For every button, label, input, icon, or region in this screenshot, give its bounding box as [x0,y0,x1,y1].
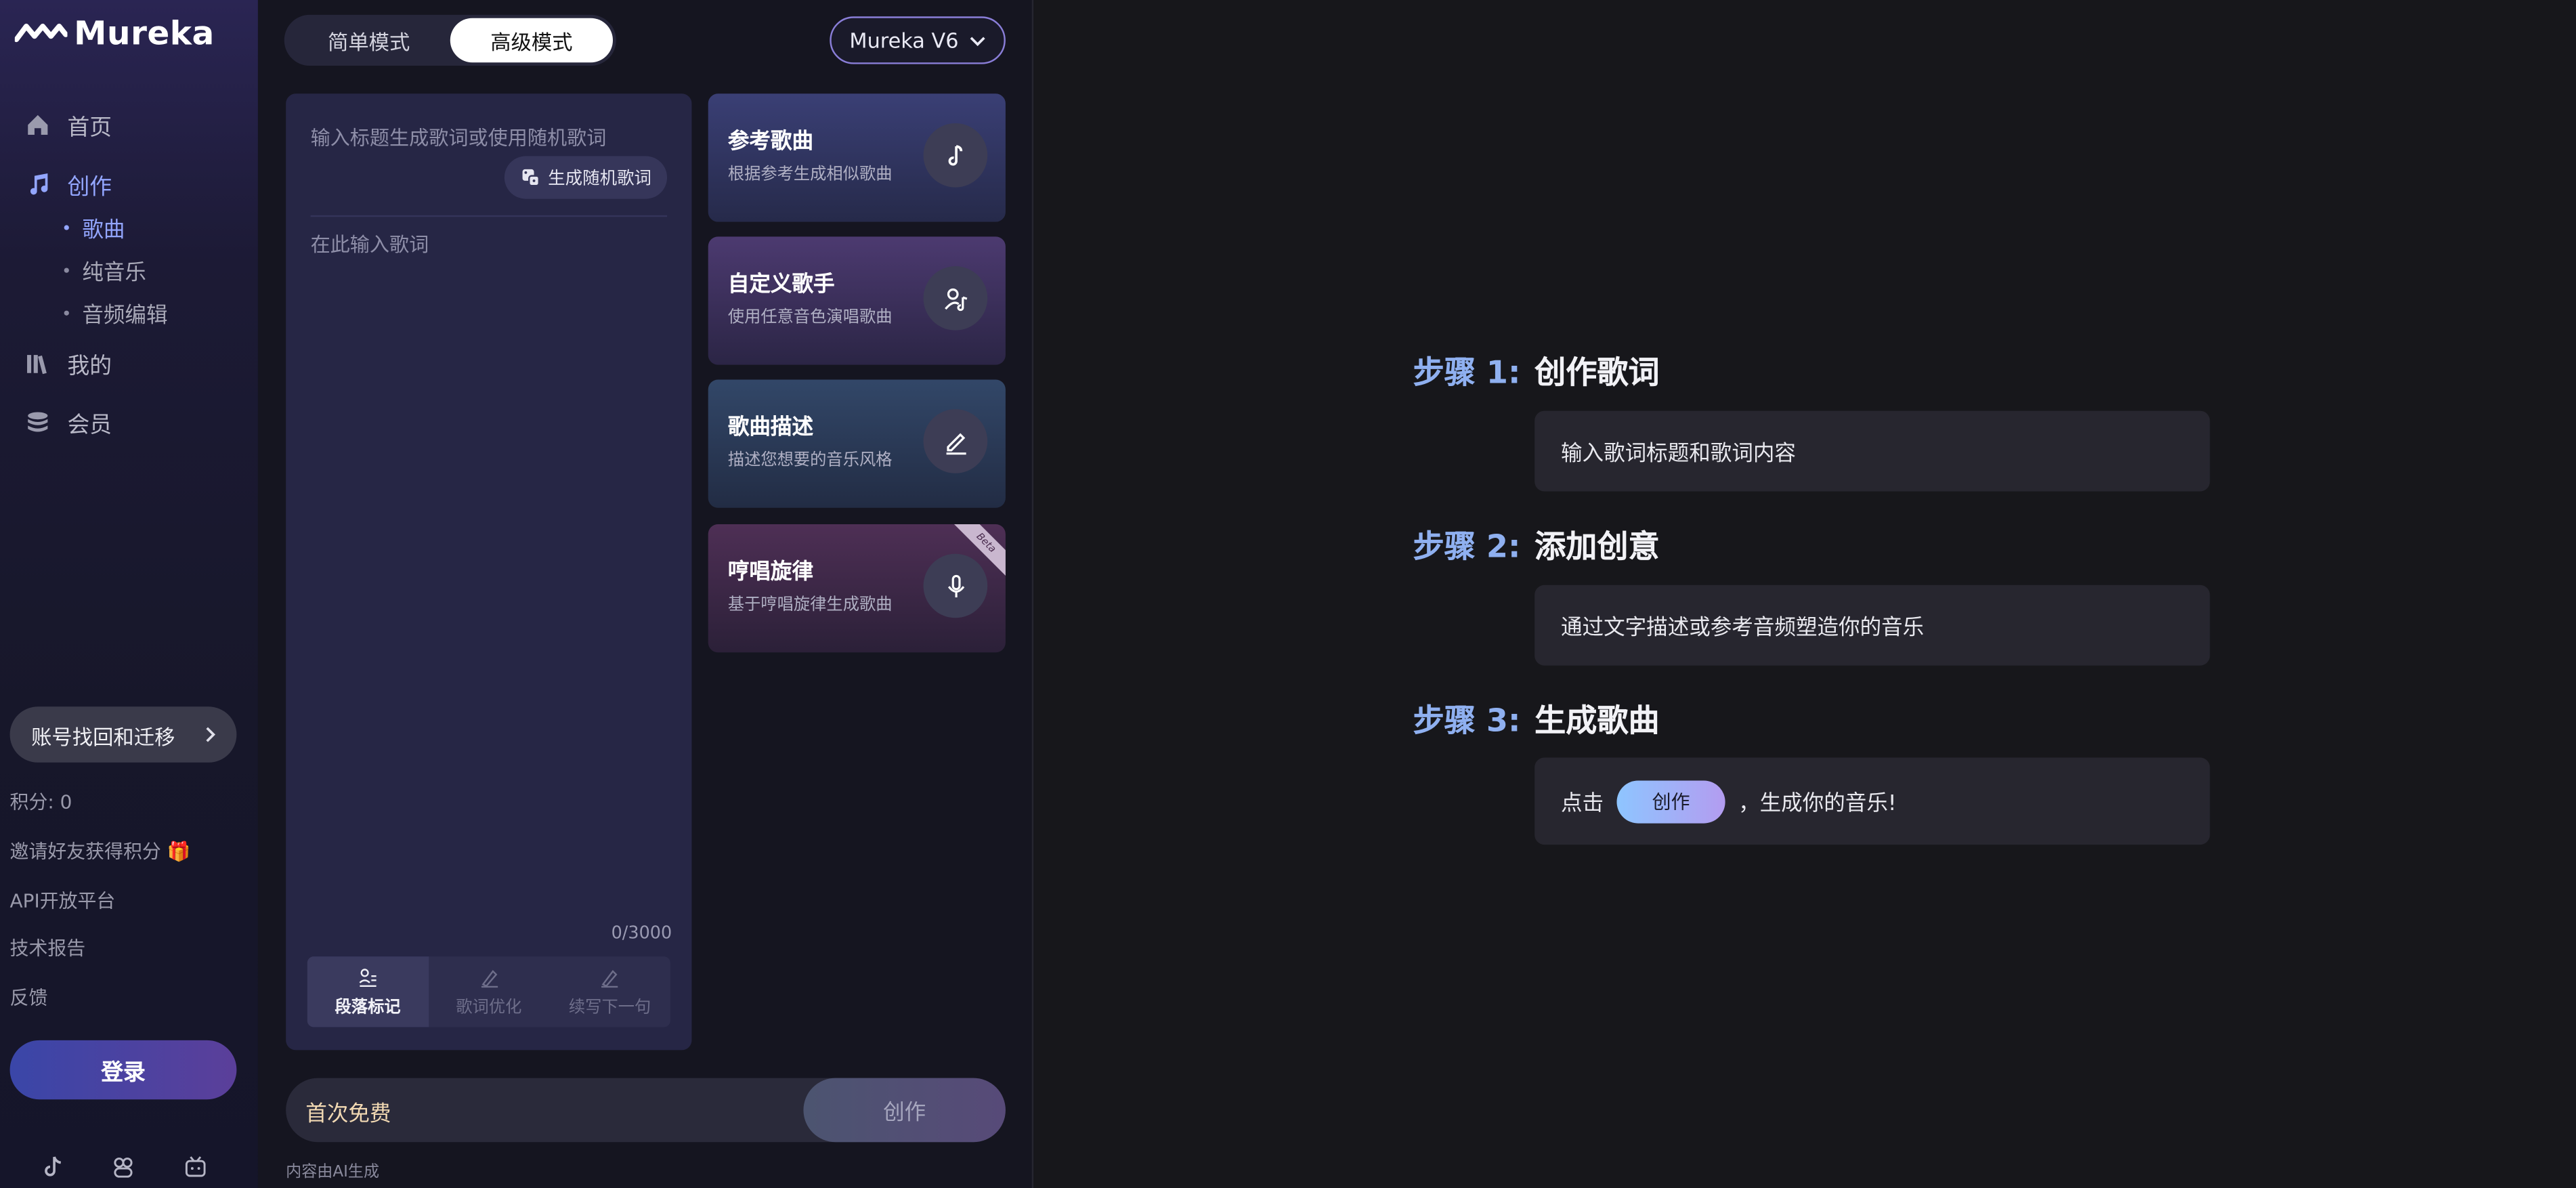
card-custom-singer[interactable]: 自定义歌手 使用任意音色演唱歌曲 [708,236,1006,365]
step-1-title: 创作歌词 [1534,355,1660,391]
nav-home-label: 首页 [67,114,112,142]
random-lyrics-button[interactable]: 生成随机歌词 [504,156,668,199]
lyrics-textarea[interactable]: 在此输入歌词 [311,230,429,258]
bullet [64,310,69,316]
subnav-audio-edit[interactable]: 音频编辑 [64,297,168,328]
lyric-tools: 段落标记 歌词优化 续写下一句 [307,956,670,1027]
step-3-title: 生成歌曲 [1534,703,1660,740]
tech-report-link[interactable]: 技术报告 [10,935,86,962]
card-subtitle: 根据参考生成相似歌曲 [727,166,893,184]
continue-write-label: 续写下一句 [568,998,651,1017]
model-select-value: Mureka V6 [849,28,959,53]
bilibili-icon[interactable] [184,1155,207,1179]
custom-singer-button[interactable] [923,266,988,331]
song-description-button[interactable] [923,409,988,473]
library-icon [27,355,47,375]
login-button[interactable]: 登录 [9,1040,237,1100]
nav-mine[interactable]: 我的 [24,347,112,380]
subnav-audio-edit-label: 音频编辑 [82,303,168,329]
nav-home[interactable]: 首页 [24,108,112,142]
card-title: 哼唱旋律 [727,560,814,585]
pencil-icon [945,432,966,454]
card-song-description[interactable]: 歌曲描述 描述您想要的音乐风格 [708,379,1006,508]
step-3-create-pill: 创作 [1616,780,1725,823]
step-3-number: 步骤 3: [1413,703,1521,740]
step-3-box: 点击 创作 ，生成你的音乐! [1534,757,2210,845]
subnav-song[interactable]: 歌曲 [64,212,125,243]
step-2-title: 添加创意 [1534,529,1660,566]
divider [310,215,668,217]
panel-divider [1031,0,1034,1188]
microphone-icon [947,574,964,597]
nav-create-label: 创作 [67,174,112,201]
music-note-icon [30,173,48,195]
bullet [64,225,69,230]
dice-icon [521,169,539,187]
app-name: Mureka [74,13,215,53]
api-platform-link[interactable]: API开放平台 [10,887,116,914]
card-title: 自定义歌手 [727,272,835,298]
feedback-link[interactable]: 反馈 [10,984,48,1011]
account-recovery-button[interactable]: 账号找回和迁移 [9,706,237,763]
lyrics-optimize-label: 歌词优化 [456,998,522,1017]
points-display: 积分: 0 [9,790,72,814]
nav-create[interactable]: 创作 [24,167,112,200]
card-hum-melody[interactable]: Beta 哼唱旋律 基于哼唱旋律生成歌曲 [708,524,1006,653]
card-title: 歌曲描述 [727,415,814,441]
home-icon [28,114,48,135]
coins-icon [28,412,48,432]
mode-toggle: 简单模式 高级模式 [284,14,616,66]
step-2-text: 通过文字描述或参考音频塑造你的音乐 [1560,616,1925,641]
step-3-suffix: ，生成你的音乐! [1738,792,1897,817]
subnav-instrumental[interactable]: 纯音乐 [64,255,146,286]
song-title-input[interactable]: 输入标题生成歌词或使用随机歌词 [311,123,607,151]
singer-icon [943,287,967,310]
nav-membership[interactable]: 会员 [24,406,112,439]
card-reference-song[interactable]: 参考歌曲 根据参考生成相似歌曲 [708,93,1006,222]
tiktok-icon[interactable] [41,1155,64,1179]
step-1-box: 输入歌词标题和歌词内容 [1534,410,2210,492]
chevron-right-icon [206,727,215,742]
random-lyrics-label: 生成随机歌词 [548,168,652,188]
continue-write-button[interactable]: 续写下一句 [549,956,670,1027]
subnav-song-label: 歌曲 [82,218,125,244]
music-note-icon [947,144,962,165]
mureka-logo-icon [14,23,68,43]
nav-mine-label: 我的 [67,353,112,380]
account-recovery-label: 账号找回和迁移 [31,723,175,749]
bullet [64,268,69,273]
tab-advanced-mode[interactable]: 高级模式 [450,18,614,63]
lyrics-optimize-button[interactable]: 歌词优化 [428,956,549,1027]
free-label: 首次免费 [305,1103,391,1128]
continue-write-icon [601,969,618,987]
tab-simple-mode[interactable]: 简单模式 [288,18,450,63]
nav-membership-label: 会员 [67,412,112,439]
ai-generated-note: 内容由AI生成 [286,1163,380,1182]
subnav-instrumental-label: 纯音乐 [82,261,146,287]
step-2-number: 步骤 2: [1413,529,1521,566]
hum-melody-button[interactable] [923,553,988,618]
app-logo[interactable]: Mureka [14,13,215,53]
card-subtitle: 使用任意音色演唱歌曲 [727,309,893,327]
optimize-icon [480,969,497,987]
reference-song-button[interactable] [923,123,988,188]
card-subtitle: 描述您想要的音乐风格 [727,452,893,470]
model-select[interactable]: Mureka V6 [830,16,1006,64]
paragraph-mark-button[interactable]: 段落标记 [307,956,429,1027]
create-button[interactable]: 创作 [803,1078,1006,1143]
card-title: 参考歌曲 [727,129,814,155]
discord-icon[interactable] [112,1155,135,1179]
card-subtitle: 基于哼唱旋律生成歌曲 [727,596,893,615]
step-1-text: 输入歌词标题和歌词内容 [1560,442,1796,467]
step-2-box: 通过文字描述或参考音频塑造你的音乐 [1534,585,2210,666]
paragraph-mark-icon [359,968,377,986]
chevron-down-icon [970,36,985,45]
char-count: 0/3000 [611,923,672,943]
step-3-prefix: 点击 [1560,792,1604,817]
invite-friends-link[interactable]: 邀请好友获得积分 🎁 [10,838,191,864]
step-1-number: 步骤 1: [1413,355,1521,391]
paragraph-mark-label: 段落标记 [335,998,401,1017]
